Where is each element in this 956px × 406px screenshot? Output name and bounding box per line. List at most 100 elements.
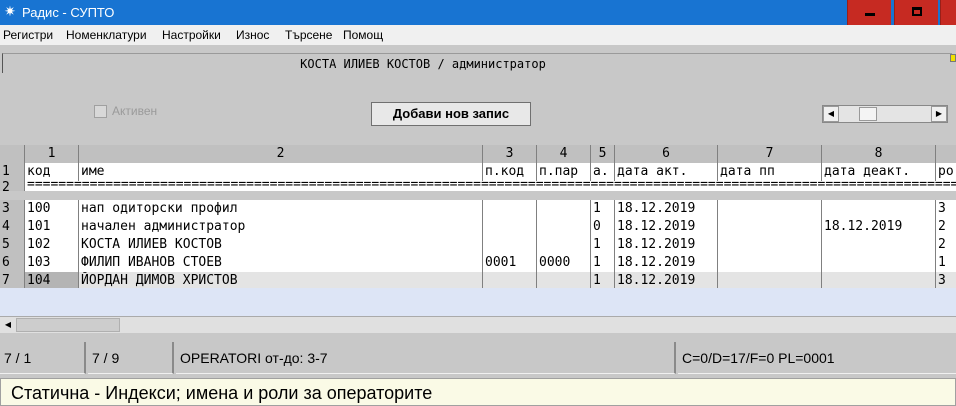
cell-rol[interactable]: 2 [936, 218, 956, 236]
cell-data-pp[interactable] [718, 254, 822, 272]
corner-cell [0, 145, 25, 163]
cell-rol[interactable]: 1 [936, 254, 956, 272]
add-record-button[interactable]: Добави нов запис [371, 102, 531, 126]
table-row[interactable]: 5 102 КОСТА ИЛИЕВ КОСТОВ 1 18.12.2019 2 [0, 236, 956, 254]
column-number-row: 1 2 3 4 5 6 7 8 [0, 145, 956, 163]
grid-empty-area [0, 288, 956, 316]
hint-bar: Статична - Индекси; имена и роли за опер… [0, 378, 956, 406]
status-bar: 7 / 1 7 / 9 OPERATORI от-до: 3-7 C=0/D=1… [0, 342, 956, 374]
status-position: 7 / 1 [0, 342, 86, 374]
col-number-5[interactable]: 5 [591, 145, 615, 163]
col-number-2[interactable]: 2 [79, 145, 483, 163]
minimize-icon [865, 13, 875, 16]
col-title-rol: ро [936, 163, 956, 181]
cell-pkod[interactable] [483, 218, 537, 236]
col-number-7[interactable]: 7 [718, 145, 822, 163]
cell-data-deakt[interactable]: 18.12.2019 [822, 218, 936, 236]
cell-data-deakt[interactable] [822, 200, 936, 218]
col-title-pkod: п.код [483, 163, 537, 181]
cell-data-pp[interactable] [718, 218, 822, 236]
scroll-left-icon[interactable]: ◀ [823, 106, 839, 122]
maximize-icon [912, 7, 922, 16]
cell-rol[interactable]: 2 [936, 236, 956, 254]
cell-data-pp[interactable] [718, 200, 822, 218]
cell-ppar[interactable] [537, 236, 591, 254]
cell-ime[interactable]: нап одиторски профил [79, 200, 483, 218]
cell-ppar[interactable]: 0000 [537, 254, 591, 272]
close-button[interactable] [940, 0, 956, 25]
active-checkbox[interactable] [94, 105, 107, 118]
table-row[interactable]: 4 101 начален администратор 0 18.12.2019… [0, 218, 956, 236]
col-number-8[interactable]: 8 [822, 145, 936, 163]
cell-kod[interactable]: 101 [25, 218, 79, 236]
col-number-4[interactable]: 4 [537, 145, 591, 163]
cell-data-akt[interactable]: 18.12.2019 [615, 236, 718, 254]
menu-iznos[interactable]: Износ [236, 28, 269, 42]
cell-a[interactable]: 1 [591, 200, 615, 218]
cell-data-akt[interactable]: 18.12.2019 [615, 254, 718, 272]
cell-kod[interactable]: 102 [25, 236, 79, 254]
minimize-button[interactable] [847, 0, 891, 25]
col-title-kod: код [25, 163, 79, 181]
cell-data-deakt[interactable] [822, 236, 936, 254]
cell-ppar[interactable] [537, 218, 591, 236]
col-title-a: а. [591, 163, 615, 181]
maximize-button[interactable] [894, 0, 938, 25]
cell-data-deakt[interactable] [822, 254, 936, 272]
status-info: C=0/D=17/F=0 PL=0001 [678, 342, 956, 374]
row-number: 1 [0, 163, 25, 181]
cell-pkod[interactable]: 0001 [483, 254, 537, 272]
table-row[interactable]: 6 103 ФИЛИП ИВАНОВ СТОЕВ 0001 0000 1 18.… [0, 254, 956, 272]
cell-kod[interactable]: 100 [25, 200, 79, 218]
active-label: Активен [112, 104, 158, 118]
col-title-data-deakt: дата деакт. [822, 163, 936, 181]
cell-ime[interactable]: ФИЛИП ИВАНОВ СТОЕВ [79, 254, 483, 272]
cell-kod[interactable]: 103 [25, 254, 79, 272]
scroll-right-icon[interactable]: ▶ [931, 106, 947, 122]
separator-line: ========================================… [25, 181, 956, 191]
menu-nomenklaturi[interactable]: Номенклатури [66, 28, 147, 42]
cell-data-akt[interactable]: 18.12.2019 [615, 200, 718, 218]
menu-nastroyki[interactable]: Настройки [162, 28, 221, 42]
cell-a[interactable]: 1 [591, 236, 615, 254]
menu-registri[interactable]: Регистри [3, 28, 53, 42]
menu-tarsene[interactable]: Търсене [285, 28, 332, 42]
top-panel: КОСТА ИЛИЕВ КОСТОВ / администратор Актив… [0, 45, 956, 145]
col-number-1[interactable]: 1 [25, 145, 79, 163]
cell-pkod[interactable] [483, 236, 537, 254]
title-bar: ✷ Радис - СУПТО [0, 0, 956, 25]
record-scrollbar[interactable]: ◀ ▶ [822, 105, 948, 123]
user-line: КОСТА ИЛИЕВ КОСТОВ / администратор [300, 57, 546, 71]
col-title-data-pp: дата пп [718, 163, 822, 181]
separator-row: 2 ======================================… [0, 181, 956, 191]
grid-horizontal-scrollbar[interactable]: ◀ [0, 316, 956, 333]
row-number: 2 [0, 181, 25, 191]
status-record-count: 7 / 9 [88, 342, 174, 374]
cell-rol[interactable]: 3 [936, 200, 956, 218]
window-title: Радис - СУПТО [22, 5, 115, 20]
row-number: 6 [0, 254, 25, 272]
cell-data-pp[interactable] [718, 236, 822, 254]
row-number: 5 [0, 236, 25, 254]
cell-a[interactable]: 1 [591, 254, 615, 272]
cell-ime[interactable]: начален администратор [79, 218, 483, 236]
row-number: 3 [0, 200, 25, 218]
scrollbar-thumb[interactable] [16, 318, 120, 332]
cell-ime[interactable]: КОСТА ИЛИЕВ КОСТОВ [79, 236, 483, 254]
col-number-3[interactable]: 3 [483, 145, 537, 163]
cell-data-akt[interactable]: 18.12.2019 [615, 218, 718, 236]
user-header: КОСТА ИЛИЕВ КОСТОВ / администратор [2, 53, 952, 73]
col-number-9[interactable] [936, 145, 956, 163]
scroll-left-icon[interactable]: ◀ [0, 317, 16, 333]
cell-pkod[interactable] [483, 200, 537, 218]
scrollbar-thumb[interactable] [859, 107, 877, 121]
column-title-row: 1 код име п.код п.пар а. дата акт. дата … [0, 163, 956, 181]
cell-a[interactable]: 0 [591, 218, 615, 236]
cell-ppar[interactable] [537, 200, 591, 218]
table-row[interactable]: 3 100 нап одиторски профил 1 18.12.2019 … [0, 200, 956, 218]
col-number-6[interactable]: 6 [615, 145, 718, 163]
col-title-ppar: п.пар [537, 163, 591, 181]
menu-pomosht[interactable]: Помощ [343, 28, 383, 42]
operators-grid: 1 2 3 4 5 6 7 8 1 код име п.код п.пар а.… [0, 145, 956, 316]
col-title-data-akt: дата акт. [615, 163, 718, 181]
